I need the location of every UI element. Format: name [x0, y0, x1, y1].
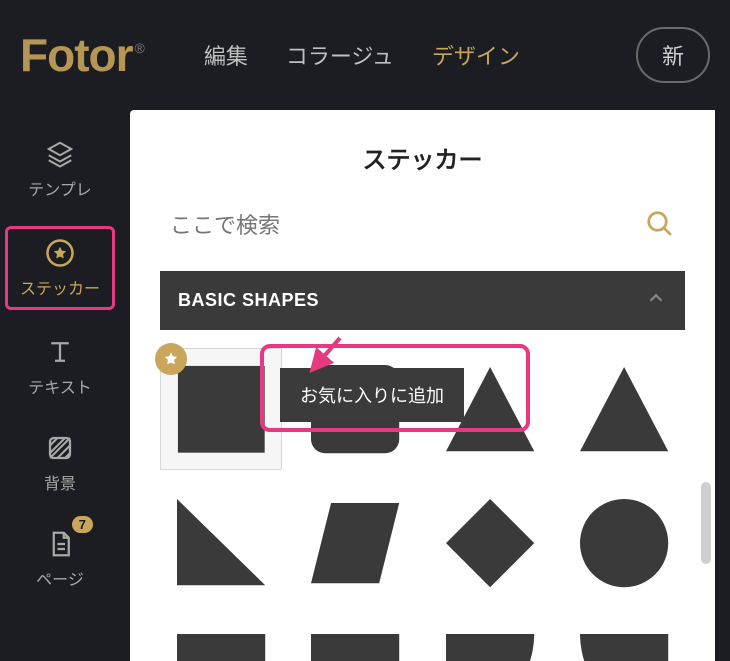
nav-design[interactable]: デザイン [428, 33, 524, 77]
triangle-icon [574, 359, 674, 459]
brand-name: Fotor [20, 28, 133, 82]
new-button[interactable]: 新 [636, 27, 710, 83]
shape-diamond[interactable] [429, 482, 551, 604]
sidebar-item-sticker[interactable]: ステッカー [5, 226, 115, 310]
text-icon [44, 336, 76, 368]
favorite-star-icon[interactable] [155, 343, 187, 375]
square-icon [172, 360, 271, 459]
left-sidebar: テンプレ ステッカー テキスト 背景 7 ページ [0, 110, 120, 598]
scrollbar-thumb[interactable] [701, 482, 711, 564]
circle-icon [574, 493, 674, 593]
parallelogram-icon [305, 493, 405, 593]
pages-count-badge: 7 [72, 516, 93, 533]
sidebar-item-background[interactable]: 背景 [5, 424, 115, 502]
panel-title: ステッカー [130, 110, 715, 199]
shape-square[interactable] [160, 348, 282, 470]
sidebar-item-template[interactable]: テンプレ [5, 130, 115, 208]
shape-partial-1[interactable] [160, 617, 282, 661]
sidebar-label-template: テンプレ [28, 176, 92, 200]
shape-circle[interactable] [563, 482, 685, 604]
search-icon[interactable] [645, 209, 675, 244]
sidebar-item-text[interactable]: テキスト [5, 328, 115, 406]
top-bar: Fotor ® 編集 コラージュ デザイン 新 [0, 0, 730, 110]
star-badge-icon [44, 237, 76, 269]
hatch-icon [44, 432, 76, 464]
quarter-circle-icon [440, 628, 540, 661]
category-title: BASIC SHAPES [178, 290, 319, 311]
brand-registered: ® [135, 40, 145, 56]
shape-right-triangle[interactable] [160, 482, 282, 604]
partial-shape-icon [305, 628, 405, 661]
page-icon [44, 528, 76, 560]
category-header[interactable]: BASIC SHAPES [160, 271, 685, 330]
search-container [160, 199, 685, 253]
chevron-up-icon [645, 287, 667, 314]
shape-parallelogram[interactable] [294, 482, 416, 604]
tooltip-text: お気に入りに追加 [280, 368, 464, 422]
shape-partial-2[interactable] [294, 617, 416, 661]
partial-shape-icon [171, 628, 271, 661]
shape-triangle-2[interactable] [563, 348, 685, 470]
sidebar-label-text: テキスト [28, 374, 92, 398]
favorite-tooltip: お気に入りに追加 [280, 368, 464, 422]
brand-logo[interactable]: Fotor ® [20, 28, 145, 82]
search-input[interactable] [160, 199, 685, 253]
shape-quarter-3[interactable] [429, 617, 551, 661]
diamond-icon [440, 493, 540, 593]
layers-icon [44, 138, 76, 170]
right-triangle-icon [171, 493, 271, 593]
sidebar-item-pages[interactable]: 7 ページ [5, 520, 115, 598]
top-nav: 編集 コラージュ デザイン [200, 33, 524, 77]
nav-collage[interactable]: コラージュ [282, 33, 398, 77]
sidebar-label-background: 背景 [44, 470, 76, 494]
sidebar-label-sticker: ステッカー [20, 275, 100, 299]
sidebar-label-pages: ページ [36, 566, 84, 590]
shape-quarter-4[interactable] [563, 617, 685, 661]
quarter-circle-icon [574, 628, 674, 661]
nav-edit[interactable]: 編集 [200, 33, 252, 77]
